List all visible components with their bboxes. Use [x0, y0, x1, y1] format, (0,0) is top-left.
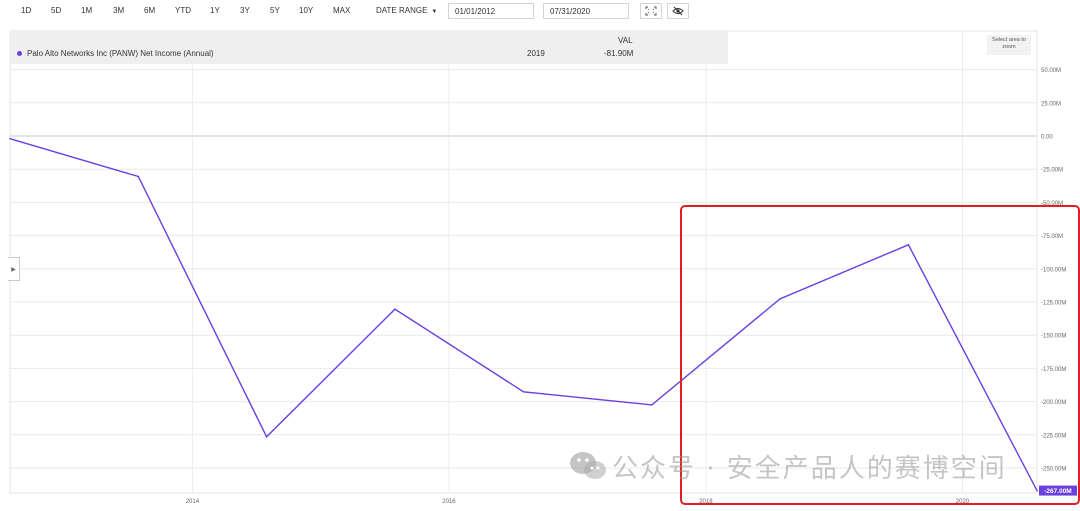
- data-point: [907, 243, 910, 246]
- x-tick-label: 2016: [442, 499, 456, 505]
- y-tick-label: -250.00M: [1041, 467, 1066, 473]
- data-point: [779, 298, 781, 300]
- plot-frame: [9, 30, 1038, 494]
- data-point: [265, 435, 268, 438]
- chevron-right-icon: ▶: [11, 266, 16, 273]
- data-point: [137, 175, 140, 178]
- x-tick-label: 2014: [186, 499, 200, 505]
- y-tick-label: -25.00M: [1041, 168, 1063, 174]
- zoom-hint: Select area to zoom: [987, 35, 1031, 55]
- y-tick-label: -150.00M: [1041, 334, 1066, 340]
- y-tick-label: -100.00M: [1041, 267, 1066, 273]
- y-tick-label: -200.00M: [1041, 400, 1066, 406]
- legend-val-header: VAL: [618, 36, 633, 45]
- watermark-text: 公众号 · 安全产品人的赛博空间: [612, 454, 1007, 484]
- legend-value: -81.90M: [604, 49, 634, 58]
- data-point: [9, 137, 11, 140]
- chart-area[interactable]: 50.00M25.00M0.00-25.00M-50.00M-75.00M-10…: [0, 0, 1080, 511]
- y-tick-label: 25.00M: [1041, 101, 1061, 107]
- y-tick-label: -225.00M: [1041, 433, 1066, 439]
- last-value-label: -267.00M: [1044, 488, 1071, 495]
- watermark: 公众号 · 安全产品人的赛博空间: [568, 448, 1007, 485]
- data-point: [650, 404, 653, 406]
- y-tick-label: -75.00M: [1041, 234, 1063, 240]
- data-point: [394, 308, 396, 310]
- y-tick-label: 50.00M: [1041, 68, 1061, 74]
- data-point: [1036, 489, 1038, 492]
- y-tick-label: -175.00M: [1041, 367, 1066, 373]
- legend-year: 2019: [527, 49, 545, 58]
- legend-series-name: Palo Alto Networks Inc (PANW) Net Income…: [27, 49, 214, 58]
- data-point: [522, 390, 525, 393]
- y-tick-label: 0.00: [1041, 135, 1053, 141]
- sidebar-toggle[interactable]: ▶: [8, 257, 20, 281]
- series-color-dot: [17, 51, 22, 56]
- y-tick-label: -125.00M: [1041, 301, 1066, 307]
- series-line: [9, 138, 1038, 491]
